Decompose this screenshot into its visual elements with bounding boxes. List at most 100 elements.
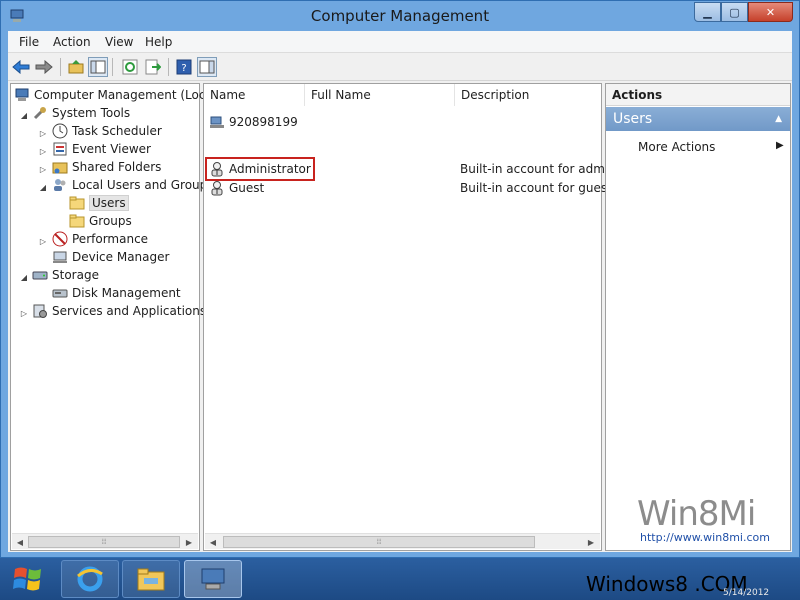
device-manager-icon xyxy=(53,251,67,263)
menu-help[interactable]: Help xyxy=(145,35,172,49)
event-viewer-icon xyxy=(53,142,67,156)
forward-arrow-icon xyxy=(35,60,53,74)
menu-bar: File Action View Help xyxy=(8,31,792,53)
expand-arrow-icon[interactable]: ▷ xyxy=(38,128,48,138)
users-group-icon xyxy=(54,179,66,191)
tree-item-device-manager[interactable]: Device Manager xyxy=(52,248,169,266)
app-window: Computer Management ▁ ▢ ✕ File Action Vi… xyxy=(0,0,800,558)
expand-arrow-icon[interactable]: ▷ xyxy=(38,236,48,246)
tree-item-label: Local Users and Groups xyxy=(72,178,214,192)
tree-item-label: System Tools xyxy=(52,106,131,120)
back-button[interactable] xyxy=(11,57,31,77)
tree-item-disk-management[interactable]: Disk Management xyxy=(52,284,181,302)
collapse-arrow-icon[interactable]: ◢ xyxy=(19,110,29,120)
menu-view[interactable]: View xyxy=(105,35,133,49)
toolbar-separator xyxy=(60,58,61,76)
scrollbar-thumb[interactable]: ⦙⦙⦙ xyxy=(223,536,535,548)
tools-icon xyxy=(33,107,46,120)
tree-item-label: Users xyxy=(89,195,129,211)
tree-item-performance[interactable]: Performance xyxy=(52,230,148,248)
tree-item-storage[interactable]: Storage xyxy=(32,266,99,284)
users-list-pane[interactable]: Name Full Name Description 920898199 Adm… xyxy=(203,83,613,551)
table-row[interactable]: 920898199 xyxy=(209,113,298,131)
computer-management-icon xyxy=(201,568,225,590)
tree-item-local-users-groups[interactable]: Local Users and Groups xyxy=(52,176,214,194)
collapse-arrow-icon[interactable]: ◢ xyxy=(19,272,29,282)
refresh-button[interactable] xyxy=(120,57,140,77)
performance-icon xyxy=(52,231,68,247)
collapse-arrow-icon[interactable]: ◢ xyxy=(38,182,48,192)
tree-item-task-scheduler[interactable]: Task Scheduler xyxy=(52,122,162,140)
tree-item-label: Shared Folders xyxy=(72,160,162,174)
more-actions-label: More Actions xyxy=(638,140,716,154)
up-folder-button[interactable] xyxy=(66,57,86,77)
list-horizontal-scrollbar[interactable]: ◀ ⦙⦙⦙ ▶ xyxy=(205,533,600,549)
tree-item-services-apps[interactable]: Services and Applications xyxy=(32,302,206,320)
collapse-up-icon[interactable]: ▲ xyxy=(775,107,782,131)
tree-item-event-viewer[interactable]: Event Viewer xyxy=(52,140,151,158)
title-bar[interactable]: Computer Management ▁ ▢ ✕ xyxy=(1,1,799,31)
tree-item-label: Services and Applications xyxy=(52,304,207,318)
minimize-button[interactable]: ▁ xyxy=(694,2,721,22)
menu-file[interactable]: File xyxy=(19,35,39,49)
tree-item-users[interactable]: Users xyxy=(69,194,129,212)
taskbar-computer-management[interactable] xyxy=(184,560,242,598)
internet-explorer-icon xyxy=(77,566,103,592)
console-tree-icon xyxy=(90,60,106,74)
close-button[interactable]: ✕ xyxy=(748,2,793,22)
tree-item-groups[interactable]: Groups xyxy=(69,212,132,230)
maximize-button[interactable]: ▢ xyxy=(721,2,748,22)
scroll-left-arrow-icon[interactable]: ◀ xyxy=(207,536,219,548)
more-actions-item[interactable]: More Actions xyxy=(638,140,715,154)
tree-item-root[interactable]: Computer Management (Local xyxy=(14,86,216,104)
export-list-icon xyxy=(145,59,161,75)
scroll-right-arrow-icon[interactable]: ▶ xyxy=(183,536,195,548)
scrollbar-thumb[interactable]: ⦙⦙⦙ xyxy=(28,536,180,548)
taskbar-internet-explorer[interactable] xyxy=(61,560,119,598)
export-list-button[interactable] xyxy=(143,57,163,77)
toolbar-separator xyxy=(112,58,113,76)
minimize-icon: ▁ xyxy=(703,5,712,19)
console-tree-pane[interactable]: Computer Management (Local ◢ System Tool… xyxy=(10,83,216,551)
expand-arrow-icon[interactable]: ▷ xyxy=(19,308,29,318)
help-icon: ? xyxy=(176,59,192,75)
action-pane-icon xyxy=(199,60,215,74)
expand-arrow-icon[interactable]: ▷ xyxy=(38,146,48,156)
storage-icon xyxy=(32,271,48,280)
client-area: File Action View Help ? Computer Managem… xyxy=(8,31,792,552)
tree-item-system-tools[interactable]: System Tools xyxy=(32,104,130,122)
menu-action[interactable]: Action xyxy=(53,35,91,49)
services-icon xyxy=(33,304,47,318)
show-hide-console-tree-button[interactable] xyxy=(88,57,108,77)
back-arrow-icon xyxy=(12,60,30,74)
help-button[interactable]: ? xyxy=(174,57,194,77)
forward-button[interactable] xyxy=(34,57,54,77)
close-icon: ✕ xyxy=(765,5,776,19)
up-folder-icon xyxy=(68,60,84,74)
toolbar-separator xyxy=(168,58,169,76)
table-row[interactable]: Guest xyxy=(209,179,264,197)
toolbar: ? xyxy=(8,54,792,81)
folder-icon xyxy=(69,214,85,228)
tree-horizontal-scrollbar[interactable]: ◀ ⦙⦙⦙ ▶ xyxy=(12,533,198,549)
start-button[interactable] xyxy=(6,562,50,596)
tree-item-shared-folders[interactable]: Shared Folders xyxy=(52,158,161,176)
restore-icon: ▢ xyxy=(729,5,740,19)
actions-group-users[interactable]: Users ▲ xyxy=(606,107,790,131)
column-header-name[interactable]: Name xyxy=(204,84,305,106)
file-explorer-icon xyxy=(137,568,165,591)
show-hide-action-pane-button[interactable] xyxy=(197,57,217,77)
actions-header: Actions xyxy=(606,84,790,106)
column-header-description[interactable]: Description xyxy=(455,84,601,106)
column-header-full-name[interactable]: Full Name xyxy=(305,84,455,106)
tree-item-label: Event Viewer xyxy=(72,142,151,156)
actions-group-label: Users xyxy=(613,111,653,127)
scroll-left-arrow-icon[interactable]: ◀ xyxy=(14,536,26,548)
taskbar-file-explorer[interactable] xyxy=(122,560,180,598)
expand-arrow-icon[interactable]: ▷ xyxy=(38,164,48,174)
user-icon xyxy=(210,116,224,128)
tree-item-label: Computer Management (Local xyxy=(34,88,217,102)
scroll-right-arrow-icon[interactable]: ▶ xyxy=(585,536,597,548)
user-description: Built-in account for admir xyxy=(460,162,614,176)
tree-item-label: Disk Management xyxy=(72,286,181,300)
